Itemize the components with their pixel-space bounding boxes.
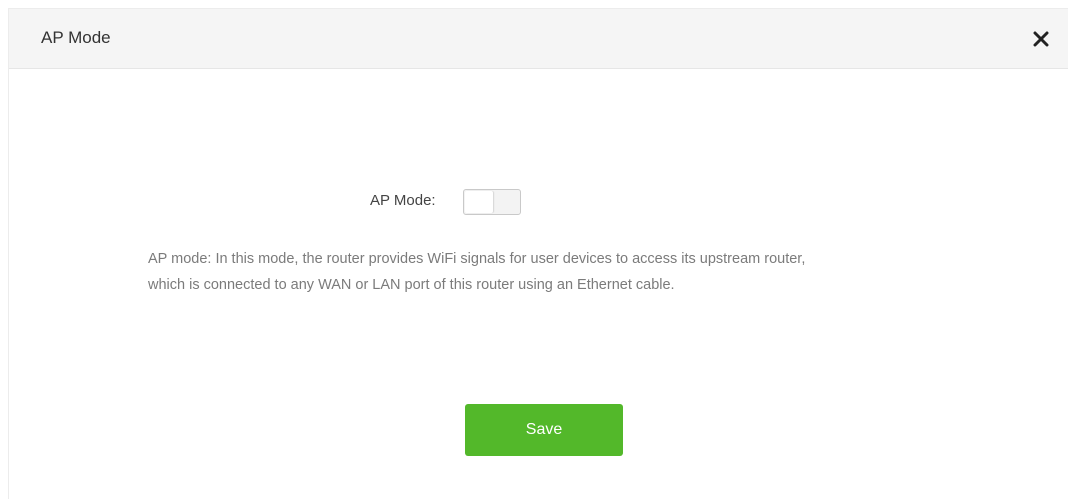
toggle-knob [465,191,493,213]
ap-mode-toggle[interactable] [463,189,521,215]
ap-mode-description: AP mode: In this mode, the router provid… [148,246,968,298]
save-button[interactable]: Save [465,404,623,456]
dialog-header: AP Mode [9,9,1068,69]
ap-mode-row: AP Mode: [9,189,1068,217]
ap-mode-label: AP Mode: [370,192,436,209]
description-line-2: which is connected to any WAN or LAN por… [148,277,675,293]
close-icon[interactable] [1033,31,1049,47]
description-line-1: AP mode: In this mode, the router provid… [148,251,806,267]
ap-mode-dialog: AP Mode AP Mode: AP mode: In this mode, … [8,8,1068,499]
dialog-title: AP Mode [41,28,111,47]
